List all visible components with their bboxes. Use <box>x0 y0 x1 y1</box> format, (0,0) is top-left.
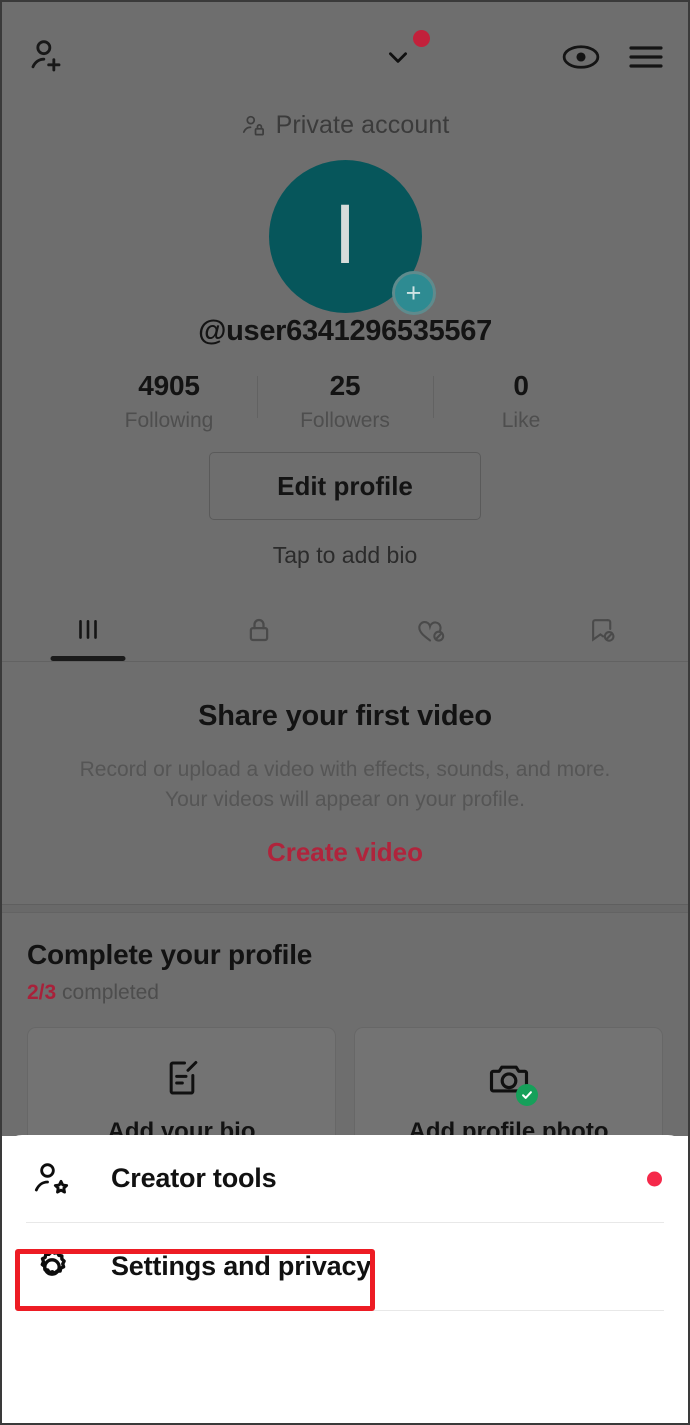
avatar-initial: I <box>333 186 357 281</box>
menu-item-creator-tools[interactable]: Creator tools <box>2 1135 688 1222</box>
person-star-icon <box>26 1159 78 1199</box>
add-bio-link[interactable]: Tap to add bio <box>2 542 688 569</box>
stat-label: Followers <box>300 409 390 432</box>
stat-value: 4905 <box>138 370 200 401</box>
tab-saved[interactable] <box>517 599 689 661</box>
top-bar <box>2 2 688 99</box>
complete-profile-progress: 2/3 completed <box>27 981 663 1005</box>
card-label: Add your bio <box>107 1117 256 1136</box>
heart-hidden-icon <box>415 614 447 646</box>
add-person-icon[interactable] <box>22 30 74 82</box>
progress-fraction: 2/3 <box>27 980 57 1004</box>
profile-tabs <box>2 599 688 661</box>
section-divider <box>2 903 688 913</box>
stat-followers[interactable]: 25 Followers <box>257 370 433 433</box>
complete-profile-section: Complete your profile 2/3 completed Add … <box>2 913 688 1136</box>
stat-value: 0 <box>513 370 529 401</box>
stat-value: 25 <box>329 370 361 401</box>
bottom-sheet-menu: Creator tools Settings and privacy <box>2 1135 688 1423</box>
gear-icon <box>26 1246 78 1288</box>
profile-username: @user6341296535567 <box>198 315 492 347</box>
edit-profile-button[interactable]: Edit profile <box>209 452 481 520</box>
bookmark-hidden-icon <box>586 614 618 646</box>
empty-state-description: Record or upload a video with effects, s… <box>79 758 611 811</box>
menu-item-label: Settings and privacy <box>111 1251 372 1281</box>
private-account-badge[interactable]: Private account <box>2 99 688 152</box>
profile-stats: 4905 Following 25 Followers 0 Like <box>2 370 688 450</box>
create-video-link[interactable]: Create video <box>267 837 423 868</box>
hamburger-menu-icon[interactable] <box>622 34 670 80</box>
progress-suffix: completed <box>56 980 159 1004</box>
avatar[interactable]: I + <box>268 160 436 315</box>
notification-badge-dot <box>413 30 430 47</box>
lock-icon <box>244 615 274 645</box>
phone-screen: Private account I + @user6341296535567 4… <box>0 0 690 1425</box>
edit-note-icon <box>162 1058 202 1104</box>
tab-videos[interactable] <box>2 599 174 661</box>
eye-icon[interactable] <box>554 32 608 82</box>
private-account-label: Private account <box>275 111 450 139</box>
card-add-bio[interactable]: Add your bio <box>27 1026 336 1136</box>
stat-following[interactable]: 4905 Following <box>81 370 257 433</box>
camera-icon <box>488 1058 538 1106</box>
menu-divider <box>26 1310 664 1311</box>
completed-check-icon <box>515 1083 538 1106</box>
tab-liked[interactable] <box>345 599 517 661</box>
menu-item-settings-and-privacy[interactable]: Settings and privacy <box>2 1223 688 1310</box>
tab-active-underline <box>50 656 126 661</box>
avatar-block: I + <box>2 152 688 317</box>
stat-label: Following <box>124 409 214 432</box>
card-label: Add profile photo <box>408 1117 609 1136</box>
grid-posts-icon <box>73 615 103 645</box>
menu-item-label: Creator tools <box>111 1163 277 1193</box>
complete-profile-title: Complete your profile <box>27 938 313 970</box>
menu-item-badge-dot <box>647 1171 662 1186</box>
empty-state-title: Share your first video <box>198 700 492 732</box>
empty-state: Share your first video Record or upload … <box>2 662 688 868</box>
profile-screen-dimmed: Private account I + @user6341296535567 4… <box>2 2 688 1136</box>
tab-private[interactable] <box>174 599 346 661</box>
card-add-profile-photo[interactable]: Add profile photo <box>354 1026 663 1136</box>
complete-profile-cards: Add your bio Add profile photo <box>27 1026 663 1136</box>
person-lock-icon <box>241 113 267 139</box>
avatar-add-photo-badge[interactable]: + <box>391 271 436 315</box>
stat-likes[interactable]: 0 Like <box>433 370 609 433</box>
stat-label: Like <box>501 409 541 432</box>
